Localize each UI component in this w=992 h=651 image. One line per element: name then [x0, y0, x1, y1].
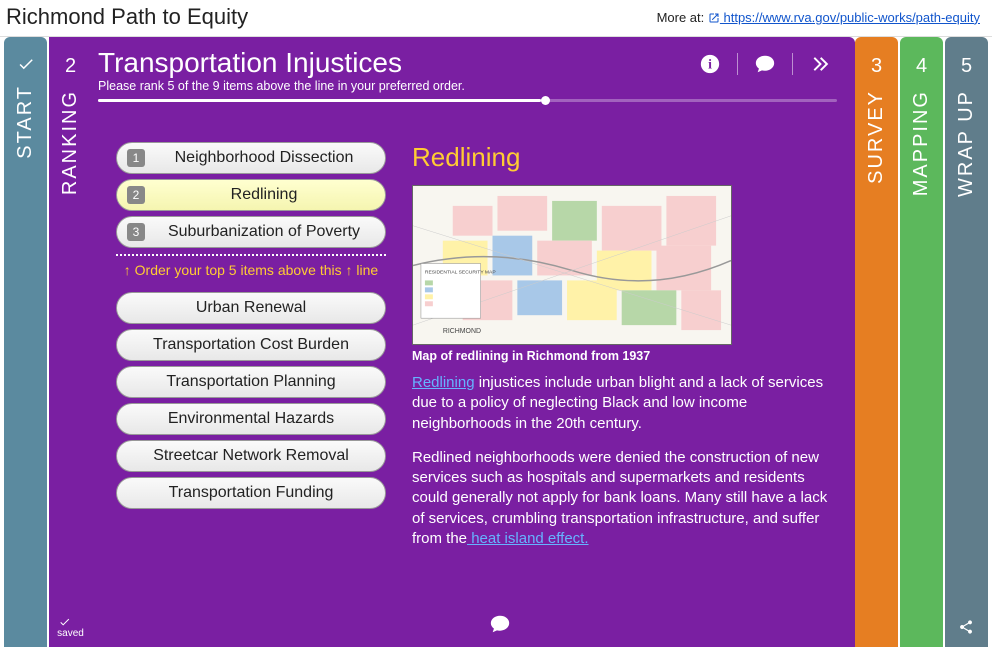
tab-start-label: START — [14, 85, 37, 159]
unranked-item[interactable]: Transportation Cost Burden — [116, 329, 386, 361]
main-subtitle: Please rank 5 of the 9 items above the l… — [98, 79, 699, 93]
forward-icon[interactable] — [809, 53, 831, 75]
unranked-item[interactable]: Streetcar Network Removal — [116, 440, 386, 472]
main-content: Transportation Injustices Please rank 5 … — [92, 37, 855, 647]
rank-label: Transportation Funding — [127, 484, 375, 502]
detail-column: Redlining RESIDENTIAL SECURITY MAP — [412, 142, 831, 631]
unranked-item[interactable]: Transportation Funding — [116, 477, 386, 509]
unranked-item[interactable]: Environmental Hazards — [116, 403, 386, 435]
rank-label: Streetcar Network Removal — [127, 447, 375, 465]
detail-para-2: Redlined neighborhoods were denied the c… — [412, 448, 831, 549]
rank-label: Neighborhood Dissection — [153, 149, 375, 167]
tab-wrapup[interactable]: 5 WRAP UP — [945, 37, 988, 647]
comment-icon[interactable] — [754, 53, 776, 75]
rank-label: Redlining — [153, 186, 375, 204]
more-at-label: More at: — [657, 10, 705, 25]
rank-label: Transportation Cost Burden — [127, 336, 375, 354]
rank-label: Suburbanization of Poverty — [153, 223, 375, 241]
tab-ranking-side: 2 RANKING saved — [49, 37, 92, 647]
comment-button-bottom[interactable] — [489, 613, 511, 635]
ranked-item[interactable]: 2 Redlining — [116, 179, 386, 211]
rank-divider-line — [116, 254, 386, 256]
unranked-item[interactable]: Urban Renewal — [116, 292, 386, 324]
icon-separator — [737, 53, 738, 75]
tab-survey-label: SURVEY — [865, 90, 888, 184]
ranked-item[interactable]: 1 Neighborhood Dissection — [116, 142, 386, 174]
tab-ranking-num: 2 — [65, 55, 76, 78]
tab-survey-num: 3 — [871, 55, 882, 78]
main-title: Transportation Injustices — [98, 47, 699, 79]
svg-text:i: i — [708, 57, 712, 72]
tab-start[interactable]: START — [4, 37, 47, 647]
tab-wrapup-label: WRAP UP — [955, 90, 978, 197]
ranked-item[interactable]: 3 Suburbanization of Poverty — [116, 216, 386, 248]
rank-label: Urban Renewal — [127, 299, 375, 317]
progress-bar[interactable] — [98, 99, 837, 102]
icon-separator — [792, 53, 793, 75]
header-icons: i — [699, 47, 837, 75]
tab-wrapup-num: 5 — [961, 55, 972, 78]
external-link[interactable]: https://www.rva.gov/public-works/path-eq… — [708, 10, 980, 25]
main-panel: 2 RANKING saved Transportation Injustice… — [49, 37, 855, 647]
svg-text:RICHMOND: RICHMOND — [443, 328, 481, 335]
detail-title: Redlining — [412, 142, 831, 173]
main-header: Transportation Injustices Please rank 5 … — [92, 47, 837, 93]
tab-ranking-label: RANKING — [59, 90, 82, 195]
heat-island-link[interactable]: heat island effect. — [467, 530, 588, 547]
tab-mapping[interactable]: 4 MAPPING — [900, 37, 943, 647]
info-icon[interactable]: i — [699, 53, 721, 75]
tab-survey[interactable]: 3 SURVEY — [855, 37, 898, 647]
detail-image[interactable]: RESIDENTIAL SECURITY MAP RICHMOND — [412, 185, 732, 345]
rank-number: 1 — [127, 149, 145, 167]
image-caption: Map of redlining in Richmond from 1937 — [412, 349, 831, 363]
rank-label: Transportation Planning — [127, 373, 375, 391]
body-columns: 1 Neighborhood Dissection 2 Redlining 3 Subur… — [92, 102, 837, 637]
rank-label: Environmental Hazards — [127, 410, 375, 428]
saved-indicator: saved — [57, 616, 84, 639]
redlining-link[interactable]: Redlining — [412, 374, 475, 391]
page-header: Richmond Path to Equity More at: https:/… — [0, 0, 992, 37]
tab-mapping-num: 4 — [916, 55, 927, 78]
svg-text:RESIDENTIAL SECURITY MAP: RESIDENTIAL SECURITY MAP — [425, 269, 496, 275]
ranking-column: 1 Neighborhood Dissection 2 Redlining 3 Subur… — [116, 142, 386, 631]
unranked-item[interactable]: Transportation Planning — [116, 366, 386, 398]
page-title: Richmond Path to Equity — [6, 4, 248, 30]
progress-fill — [98, 99, 541, 102]
detail-para-1: Redlining injustices include urban bligh… — [412, 373, 831, 434]
rank-number: 2 — [127, 186, 145, 204]
more-at-block: More at: https://www.rva.gov/public-work… — [657, 10, 980, 25]
rank-divider-text: ↑ Order your top 5 items above this ↑ li… — [116, 260, 386, 292]
app-body: START 2 RANKING saved Transportation Inj… — [0, 37, 992, 651]
share-icon[interactable] — [958, 619, 974, 635]
rank-number: 3 — [127, 223, 145, 241]
tab-mapping-label: MAPPING — [910, 90, 933, 196]
check-icon — [17, 55, 35, 73]
